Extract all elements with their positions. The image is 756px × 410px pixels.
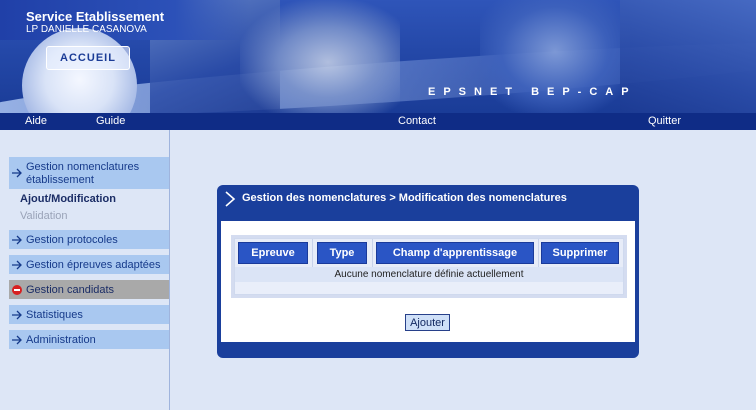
sidebar-item-label: Gestion épreuves adaptées — [26, 259, 161, 271]
sidebar-item-label: Gestion candidats — [26, 284, 115, 296]
sidebar-item-label: Gestion nomenclatures — [26, 161, 140, 173]
sidebar-item-epreuves-adaptees[interactable]: Gestion épreuves adaptées — [9, 255, 169, 274]
chevron-right-icon — [225, 191, 236, 207]
sidebar-item-protocoles[interactable]: Gestion protocoles — [9, 230, 169, 249]
sidebar-item-nomenclatures[interactable]: Gestion nomenclatures établissement — [9, 157, 169, 189]
banner-photo — [240, 0, 400, 113]
banner-photo — [620, 0, 756, 113]
nomenclatures-panel: Gestion des nomenclatures > Modification… — [217, 185, 639, 358]
app-tagline: EPSNET BEP-CAP — [428, 86, 637, 98]
sidebar-item-administration[interactable]: Administration — [9, 330, 169, 349]
no-entry-icon — [12, 284, 22, 295]
top-nav: Aide Guide Contact Quitter — [0, 113, 756, 130]
nav-aide[interactable]: Aide — [25, 115, 47, 127]
nav-contact[interactable]: Contact — [398, 115, 436, 127]
column-header-epreuve[interactable]: Epreuve — [238, 242, 308, 264]
header-banner: Service Etablissement LP DANIELLE CASANO… — [0, 0, 756, 113]
arrow-right-icon — [12, 168, 22, 178]
sidebar-item-label: établissement — [26, 174, 94, 186]
sidebar-item-label: Statistiques — [26, 309, 83, 321]
sidebar-item-label: Administration — [26, 334, 96, 346]
panel-header: Gestion des nomenclatures > Modification… — [217, 185, 639, 219]
home-button[interactable]: ACCUEIL — [46, 46, 130, 70]
nav-guide[interactable]: Guide — [96, 115, 125, 127]
table-inner: Epreuve Type Champ d'apprentissage Suppr… — [234, 238, 624, 295]
banner-circle — [22, 28, 137, 113]
sidebar: Gestion nomenclatures établissement Ajou… — [0, 130, 170, 410]
column-header-type[interactable]: Type — [317, 242, 367, 264]
sidebar-subitem-ajout-modification[interactable]: Ajout/Modification — [20, 193, 116, 205]
sidebar-item-candidats: Gestion candidats — [9, 280, 169, 299]
arrow-right-icon — [12, 235, 22, 244]
site-title: Service Etablissement — [26, 9, 165, 24]
panel-body: Epreuve Type Champ d'apprentissage Suppr… — [221, 221, 635, 342]
add-button[interactable]: Ajouter — [405, 314, 450, 331]
column-header-champ[interactable]: Champ d'apprentissage — [376, 242, 534, 264]
sidebar-item-statistiques[interactable]: Statistiques — [9, 305, 169, 324]
arrow-right-icon — [12, 260, 22, 269]
column-header-supprimer[interactable]: Supprimer — [541, 242, 619, 264]
arrow-right-icon — [12, 335, 22, 344]
table-row — [235, 282, 623, 294]
sidebar-item-label: Gestion protocoles — [26, 234, 118, 246]
sidebar-subitem-validation: Validation — [20, 210, 68, 222]
empty-message: Aucune nomenclature définie actuellement — [235, 267, 623, 282]
school-name: LP DANIELLE CASANOVA — [26, 24, 147, 35]
arrow-right-icon — [12, 310, 22, 319]
nav-quitter[interactable]: Quitter — [648, 115, 681, 127]
nomenclatures-table: Epreuve Type Champ d'apprentissage Suppr… — [231, 235, 627, 298]
panel-title: Gestion des nomenclatures > Modification… — [242, 192, 567, 204]
